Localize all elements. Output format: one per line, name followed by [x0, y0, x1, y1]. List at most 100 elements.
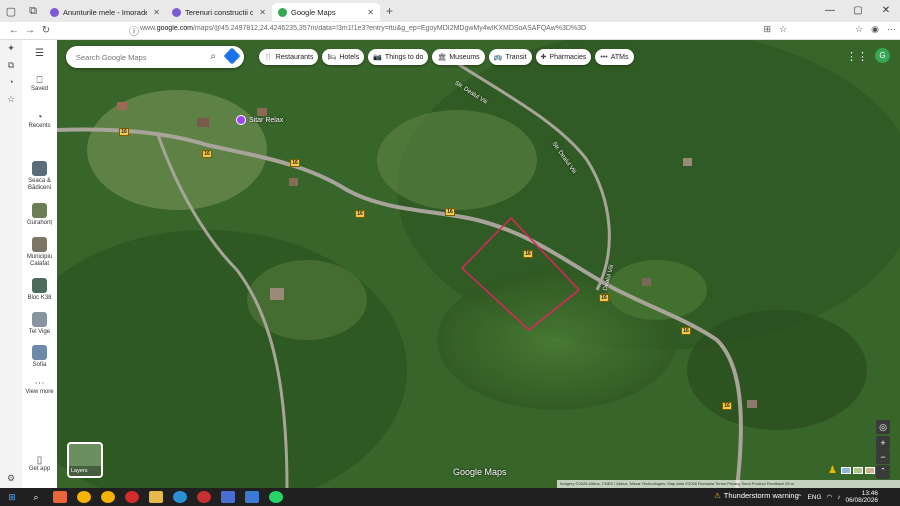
edge-icon[interactable]	[173, 491, 187, 503]
recent-place-4[interactable]: Bloc K38	[22, 278, 57, 302]
search-icon[interactable]: ⌕	[210, 51, 216, 62]
whatsapp-icon[interactable]	[269, 491, 283, 503]
url-path: /maps/@45.2497812,24.4246235,357m/data=!…	[192, 25, 587, 32]
browser-vertical-sidebar: ✦ ⧉ ◔ ☆ ⚙	[0, 40, 22, 488]
account-avatar[interactable]: G	[875, 48, 890, 63]
zoom-in-button[interactable]: +	[876, 436, 890, 450]
minimize-icon[interactable]: —	[816, 0, 844, 20]
reload-icon[interactable]: ↻	[38, 25, 54, 36]
collections-icon[interactable]: ⧉	[0, 57, 22, 74]
back-icon[interactable]: ←	[6, 25, 22, 36]
close-icon[interactable]: ✕	[259, 8, 266, 17]
view-more-button[interactable]: ⋯ View more	[22, 379, 57, 396]
saved-button[interactable]: ⎕ Saved	[22, 76, 57, 93]
museum-icon: 🏛	[437, 54, 447, 61]
firefox-icon[interactable]	[53, 491, 67, 503]
recent-place-1[interactable]: Seaca & Bădiceni	[22, 161, 57, 192]
road-number-shield: 16	[722, 402, 732, 410]
place-thumbnail	[32, 237, 47, 252]
browser-tab-google-maps[interactable]: Google Maps ✕	[272, 3, 380, 21]
favorites-icon[interactable]: ☆	[855, 24, 863, 35]
imagery-thumbnails[interactable]	[841, 467, 875, 474]
browser-tab-strip: ▢ ⧉ Anunturile mele - Imoradei24 ✕ Teren…	[0, 0, 900, 22]
opera-gx-icon[interactable]	[197, 491, 211, 503]
poi-marker[interactable]: Sitar Relax	[236, 115, 283, 125]
settings-gear-icon[interactable]: ⚙	[0, 470, 22, 487]
copilot-icon[interactable]: ✦	[0, 40, 22, 57]
recent-place-3[interactable]: Municipiu Calafat	[22, 237, 57, 268]
chip-things-to-do[interactable]: 📷 Things to do	[368, 49, 429, 65]
map-type-thumbnail[interactable]	[841, 467, 851, 474]
forward-icon[interactable]: →	[22, 25, 38, 36]
chip-restaurants[interactable]: 🍴 Restaurants	[259, 49, 319, 65]
place-label: Municipiu Calafat	[26, 254, 53, 267]
new-tab-button[interactable]: +	[380, 4, 399, 18]
workspaces-icon[interactable]: ▢	[0, 0, 22, 22]
place-thumbnail	[32, 345, 47, 360]
url-prefix: www.	[140, 25, 157, 32]
maximize-icon[interactable]: ▢	[844, 0, 872, 20]
chip-atms[interactable]: ••• ATMs	[595, 49, 634, 65]
chip-pharmacies[interactable]: ✚ Pharmacies	[535, 49, 592, 65]
favorites-sidebar-icon[interactable]: ☆	[0, 91, 22, 108]
recent-place-2[interactable]: Gurahonț	[22, 203, 57, 227]
chrome-icon[interactable]	[77, 491, 91, 503]
expand-up-icon[interactable]: ⌃	[876, 465, 890, 479]
chrome-profile-icon[interactable]	[101, 491, 115, 503]
clock[interactable]: 13:46 06/08/2026	[845, 490, 878, 504]
search-input[interactable]	[76, 52, 196, 62]
zoom-out-button[interactable]: −	[876, 450, 890, 464]
recent-place-6[interactable]: Sofia	[22, 345, 57, 369]
store-icon[interactable]	[245, 491, 259, 503]
url-host: google.com	[156, 25, 193, 32]
address-actions: ⊞ ☆ ☆ ◉ ⋯	[763, 24, 896, 35]
close-icon[interactable]: ✕	[153, 8, 160, 17]
terrain-thumbnail[interactable]	[853, 467, 863, 474]
windows-start-icon[interactable]: ⊞	[5, 491, 19, 503]
menu-button[interactable]: ☰	[22, 49, 57, 59]
layers-button[interactable]: Layers	[67, 442, 103, 478]
opera-icon[interactable]	[125, 491, 139, 503]
profile-icon[interactable]: ◉	[871, 24, 879, 35]
search-icon[interactable]: ⌕	[29, 491, 43, 503]
weather-widget[interactable]: ⚠ Thunderstorm warning	[714, 491, 799, 500]
recent-place-5[interactable]: Tel Vige	[22, 312, 57, 336]
favorite-star-icon[interactable]: ☆	[779, 24, 787, 35]
chip-transit[interactable]: 🚌 Transit	[488, 49, 532, 65]
volume-icon[interactable]: ♪	[837, 494, 840, 501]
globe-thumbnail[interactable]	[865, 467, 875, 474]
poi-label: Sitar Relax	[249, 116, 284, 124]
close-window-icon[interactable]: ✕	[872, 0, 900, 20]
my-location-icon[interactable]: ◎	[876, 420, 890, 434]
more-menu-icon[interactable]: ⋯	[887, 24, 896, 35]
google-apps-icon[interactable]: ⋮⋮	[846, 50, 868, 63]
chip-hotels[interactable]: 🛏 Hotels	[322, 49, 365, 65]
browser-tab-anunturi[interactable]: Anunturile mele - Imoradei24 ✕	[44, 3, 166, 21]
chip-museums[interactable]: 🏛 Museums	[432, 49, 485, 65]
category-chips: 🍴 Restaurants 🛏 Hotels 📷 Things to do 🏛 Muse…	[259, 49, 634, 65]
windows-taskbar: ⊞ ⌕ ⚠ Thunderstorm warning ⌃ ENG ◠ ♪ 13:…	[0, 488, 900, 506]
history-icon[interactable]: ◔	[0, 74, 22, 91]
browser-tab-terenuri[interactable]: Terenuri constructii de vânzare ✕	[166, 3, 272, 21]
close-icon[interactable]: ✕	[367, 8, 374, 17]
url-field[interactable]: www.google.com/maps/@45.2497812,24.42462…	[140, 25, 800, 37]
search-box[interactable]: ⌕	[66, 46, 244, 68]
app-available-icon[interactable]: ⊞	[763, 24, 771, 35]
tab-actions-icon[interactable]: ⧉	[22, 0, 44, 22]
tray-chevron-icon[interactable]: ⌃	[797, 493, 802, 501]
satellite-imagery	[57, 40, 900, 488]
place-thumbnail	[32, 278, 47, 293]
directions-icon[interactable]	[223, 47, 241, 65]
language-indicator[interactable]: ENG	[807, 494, 821, 501]
place-thumbnail	[32, 312, 47, 327]
recents-button[interactable]: ◔ Recents	[22, 113, 57, 130]
get-app-button[interactable]: ▯ Get app	[22, 456, 57, 473]
chip-label: Restaurants	[275, 53, 314, 61]
outlook-icon[interactable]	[221, 491, 235, 503]
file-explorer-icon[interactable]	[149, 491, 163, 503]
road-number-shield: 16	[119, 128, 129, 136]
wifi-icon[interactable]: ◠	[827, 493, 833, 501]
map-attribution[interactable]: Imagery ©2026 Airbus, CNES / Airbus, Max…	[557, 480, 900, 488]
pegman-icon[interactable]: ♟	[828, 465, 837, 476]
satellite-map[interactable]: ⌕ 🍴Restaurants 🛏Hotels 📷Things to do 🏛Mu…	[57, 40, 900, 488]
